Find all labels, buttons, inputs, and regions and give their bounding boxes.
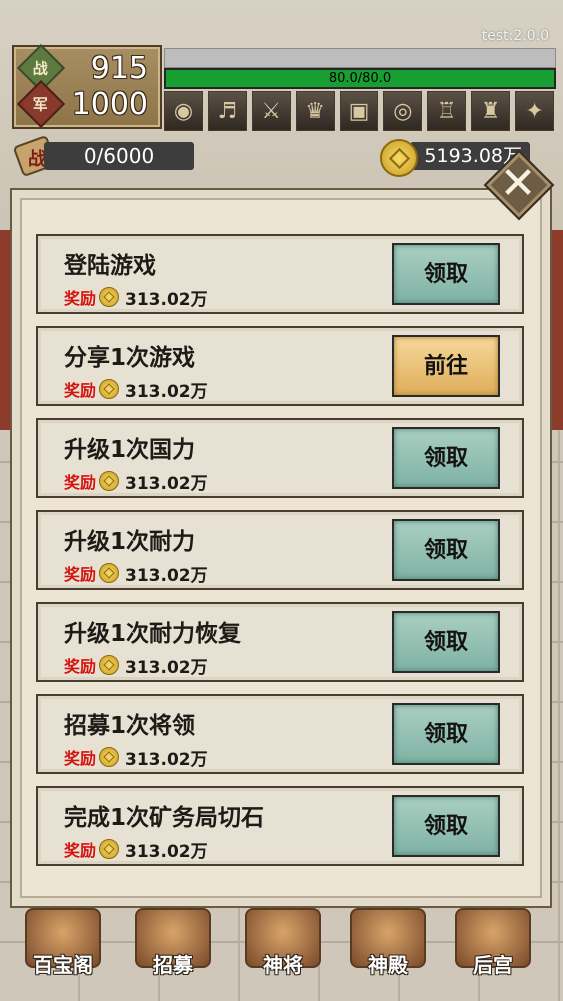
task-title: 升级1次耐力 [64, 529, 196, 555]
bottom-navigation: 百宝阁 招募 神将 神殿 后宫 [18, 904, 548, 994]
chalice-icon[interactable]: ♖ [427, 91, 467, 131]
reward-label: 奖励 [64, 473, 97, 492]
reward-amount: 313.02万 [125, 381, 208, 402]
coin-icon [99, 471, 120, 491]
task-reward: 奖励 313.02万 [64, 838, 208, 862]
task-row: 升级1次国力 奖励 313.02万 领取 [36, 418, 524, 498]
sword-icon[interactable]: ✦ [515, 91, 555, 131]
task-title: 分享1次游戏 [64, 345, 196, 371]
nav-item-3[interactable]: 神殿 [343, 904, 433, 990]
claim-button[interactable]: 领取 [392, 519, 500, 581]
golden-dragon-icon[interactable]: ♛ [295, 91, 335, 131]
reward-label: 奖励 [64, 289, 97, 308]
drum-icon[interactable]: ◎ [383, 91, 423, 131]
reward-amount: 313.02万 [125, 657, 208, 678]
task-reward: 奖励 313.02万 [64, 286, 208, 310]
coin-icon [99, 287, 120, 307]
hp-bar: 80.0/80.0 [164, 68, 556, 89]
exp-bar [164, 48, 556, 68]
army-value: 1000 [71, 86, 148, 122]
reward-label: 奖励 [64, 565, 97, 584]
reward-label: 奖励 [64, 657, 97, 676]
coin-icon [99, 655, 120, 675]
army-row: 军 1000 [16, 79, 154, 129]
task-row: 完成1次矿务局切石 奖励 313.02万 领取 [36, 786, 524, 866]
reward-amount: 313.02万 [125, 473, 208, 494]
nav-item-2[interactable]: 神将 [238, 904, 328, 990]
task-title: 升级1次国力 [64, 437, 196, 463]
task-reward: 奖励 313.02万 [64, 746, 208, 770]
reward-label: 奖励 [64, 381, 97, 400]
task-row: 升级1次耐力恢复 奖励 313.02万 领取 [36, 602, 524, 682]
gold-coin-icon [380, 139, 418, 177]
equipment-slots: ◉ ♬ ⚔ ♛ ▣ ◎ ♖ ♜ ✦ [164, 91, 555, 131]
guitar-icon[interactable]: ♬ [207, 91, 247, 131]
coin-icon [99, 839, 120, 859]
combat-power-value: 915 [90, 50, 148, 86]
task-row: 分享1次游戏 奖励 313.02万 前往 [36, 326, 524, 406]
coin-icon [99, 379, 120, 399]
crossbow-icon[interactable]: ⚔ [251, 91, 291, 131]
close-icon: ✕ [499, 158, 537, 209]
task-title: 招募1次将领 [64, 713, 196, 739]
coin-icon [99, 563, 120, 583]
task-row: 升级1次耐力 奖励 313.02万 领取 [36, 510, 524, 590]
reward-amount: 313.02万 [125, 289, 208, 310]
reward-label: 奖励 [64, 841, 97, 860]
task-reward: 奖励 313.02万 [64, 562, 208, 586]
reward-amount: 313.02万 [125, 565, 208, 586]
orb-icon[interactable]: ◉ [164, 91, 203, 131]
task-row: 登陆游戏 奖励 313.02万 领取 [36, 234, 524, 314]
reward-amount: 313.02万 [125, 841, 208, 862]
hp-bar-text: 80.0/80.0 [328, 71, 392, 86]
nav-label: 百宝阁 [33, 953, 93, 977]
close-button[interactable]: ✕ [483, 149, 555, 221]
nav-label: 神殿 [368, 953, 408, 977]
nav-item-4[interactable]: 后宫 [448, 904, 538, 990]
claim-button[interactable]: 领取 [392, 611, 500, 673]
power-stats-panel: 战 915 军 1000 [12, 43, 162, 129]
task-title: 完成1次矿务局切石 [64, 805, 265, 831]
task-title: 登陆游戏 [64, 253, 156, 279]
task-row: 招募1次将领 奖励 313.02万 领取 [36, 694, 524, 774]
claim-button[interactable]: 领取 [392, 703, 500, 765]
nav-item-0[interactable]: 百宝阁 [18, 904, 108, 990]
claim-button[interactable]: 领取 [392, 243, 500, 305]
go-button[interactable]: 前往 [392, 335, 500, 397]
task-reward: 奖励 313.02万 [64, 654, 208, 678]
nav-label: 后宫 [473, 953, 513, 977]
mission-progress: 0/6000 [44, 142, 194, 170]
task-reward: 奖励 313.02万 [64, 378, 208, 402]
version-label: test:2.0.0 [481, 28, 549, 44]
nav-label: 招募 [153, 953, 193, 977]
nav-label: 神将 [263, 953, 303, 977]
claim-button[interactable]: 领取 [392, 795, 500, 857]
claim-button[interactable]: 领取 [392, 427, 500, 489]
treasure-box-icon[interactable]: ▣ [339, 91, 379, 131]
task-list: 登陆游戏 奖励 313.02万 领取 分享1次游戏 奖励 313.02万 前往 升级… [36, 234, 526, 878]
reward-amount: 313.02万 [125, 749, 208, 770]
coin-icon [99, 747, 120, 767]
task-title: 升级1次耐力恢复 [64, 621, 242, 647]
reward-label: 奖励 [64, 749, 97, 768]
nav-item-1[interactable]: 招募 [128, 904, 218, 990]
task-reward: 奖励 313.02万 [64, 470, 208, 494]
golden-pagoda-icon[interactable]: ♜ [471, 91, 511, 131]
